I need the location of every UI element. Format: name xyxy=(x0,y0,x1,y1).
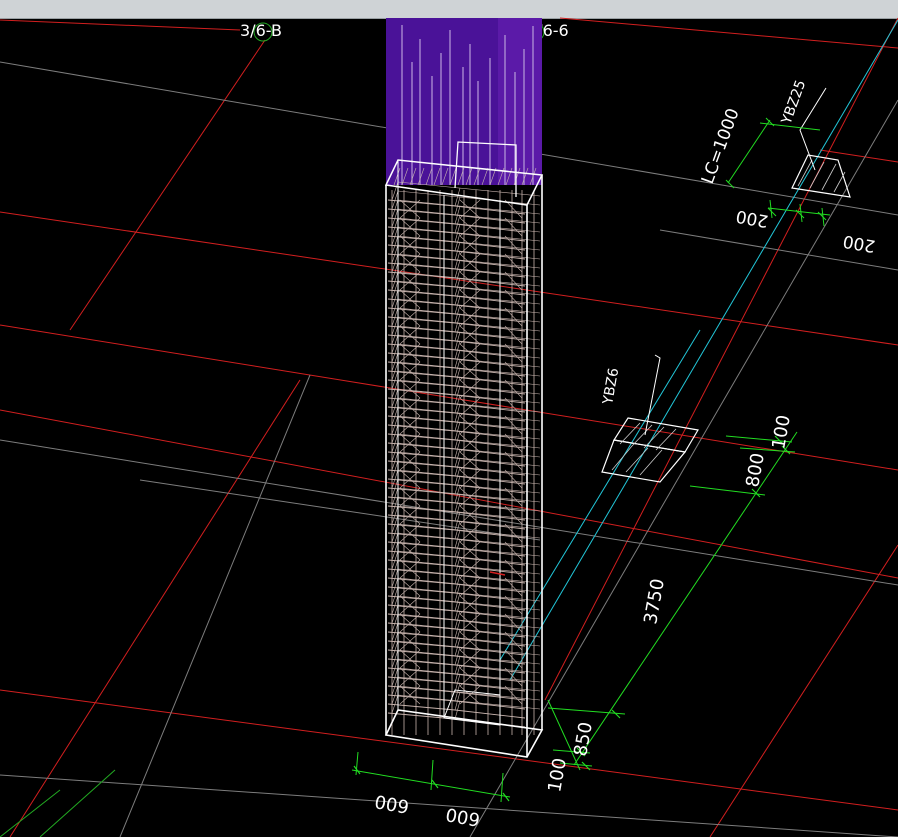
dimension-labels: 600 600 100 850 3750 800 100 xyxy=(373,413,795,829)
stirrup xyxy=(454,574,526,584)
stirrup xyxy=(454,700,526,710)
stirrup xyxy=(454,628,526,638)
grid-line-red xyxy=(819,149,898,163)
stirrup xyxy=(454,466,526,476)
grid-line-gray xyxy=(119,374,311,837)
dimension-stub-right[interactable]: 200 xyxy=(841,230,876,255)
embedded-part-b-body xyxy=(791,154,851,198)
grid-line-red xyxy=(0,409,898,579)
grid-line-red xyxy=(559,17,898,49)
dimension-cover-bottom[interactable]: 100 xyxy=(544,756,571,793)
embedded-part-b[interactable]: YBZ25 LC=1000 200 200 xyxy=(698,78,877,256)
stirrup xyxy=(454,448,526,458)
dimension-stub-left[interactable]: 200 xyxy=(734,205,769,230)
stirrup xyxy=(454,709,526,719)
dimension-width-left[interactable]: 600 xyxy=(373,790,410,817)
stirrup xyxy=(454,358,526,368)
stirrup xyxy=(454,502,526,512)
stirrup xyxy=(454,394,526,404)
embedded-part-b-label[interactable]: YBZ25 xyxy=(778,78,809,127)
stirrup xyxy=(454,268,526,278)
grid-line-red xyxy=(0,19,241,31)
stirrup xyxy=(454,412,526,422)
stirrup xyxy=(454,664,526,674)
rebar-cage xyxy=(387,167,541,735)
stirrup xyxy=(454,304,526,314)
dimension-lap-length[interactable]: LC=1000 xyxy=(698,106,744,187)
reference-line-cyan xyxy=(509,19,898,681)
cad-viewport[interactable]: 3/6-B 1/6-6 600 600 100 850 3750 800 100… xyxy=(0,0,898,837)
grid-line-gray xyxy=(139,479,541,541)
dimension-upper-segment[interactable]: 800 xyxy=(742,451,769,488)
marker-red xyxy=(489,571,506,576)
dimension-lower-segment[interactable]: 850 xyxy=(570,720,597,757)
stirrup xyxy=(454,322,526,332)
axis-label-left[interactable]: 3/6-B xyxy=(240,21,282,40)
dimension-main-segment[interactable]: 3750 xyxy=(640,577,669,626)
embedded-part-a-label[interactable]: YBZ6 xyxy=(600,367,622,407)
stirrup xyxy=(454,484,526,494)
stirrup xyxy=(454,340,526,350)
grid-line-red xyxy=(69,39,266,331)
stirrup xyxy=(454,610,526,620)
model-canvas[interactable]: 3/6-B 1/6-6 600 600 100 850 3750 800 100… xyxy=(0,0,898,837)
stirrup xyxy=(454,430,526,440)
stirrup xyxy=(454,592,526,602)
dimension-extension xyxy=(500,772,504,803)
stirrup xyxy=(454,520,526,530)
stirrup xyxy=(454,250,526,260)
stirrup xyxy=(454,646,526,656)
reference-line-cyan xyxy=(499,329,701,661)
stirrup xyxy=(454,538,526,548)
stirrup xyxy=(454,682,526,692)
stirrup xyxy=(454,556,526,566)
stirrup xyxy=(454,214,526,224)
grid-line-green xyxy=(0,789,61,837)
grid-line-red xyxy=(709,544,898,837)
dimension-width-right[interactable]: 600 xyxy=(444,803,481,830)
stirrup xyxy=(454,376,526,386)
dimension-extension xyxy=(430,759,434,791)
embedded-part-a[interactable]: YBZ6 xyxy=(600,354,699,483)
grid-line-red xyxy=(0,689,898,811)
dimension-cover-top[interactable]: 100 xyxy=(768,413,795,450)
column-wireframe[interactable] xyxy=(384,141,544,758)
embedded-part-a-body xyxy=(601,439,687,483)
upper-column[interactable] xyxy=(386,18,542,185)
stirrup xyxy=(454,232,526,242)
